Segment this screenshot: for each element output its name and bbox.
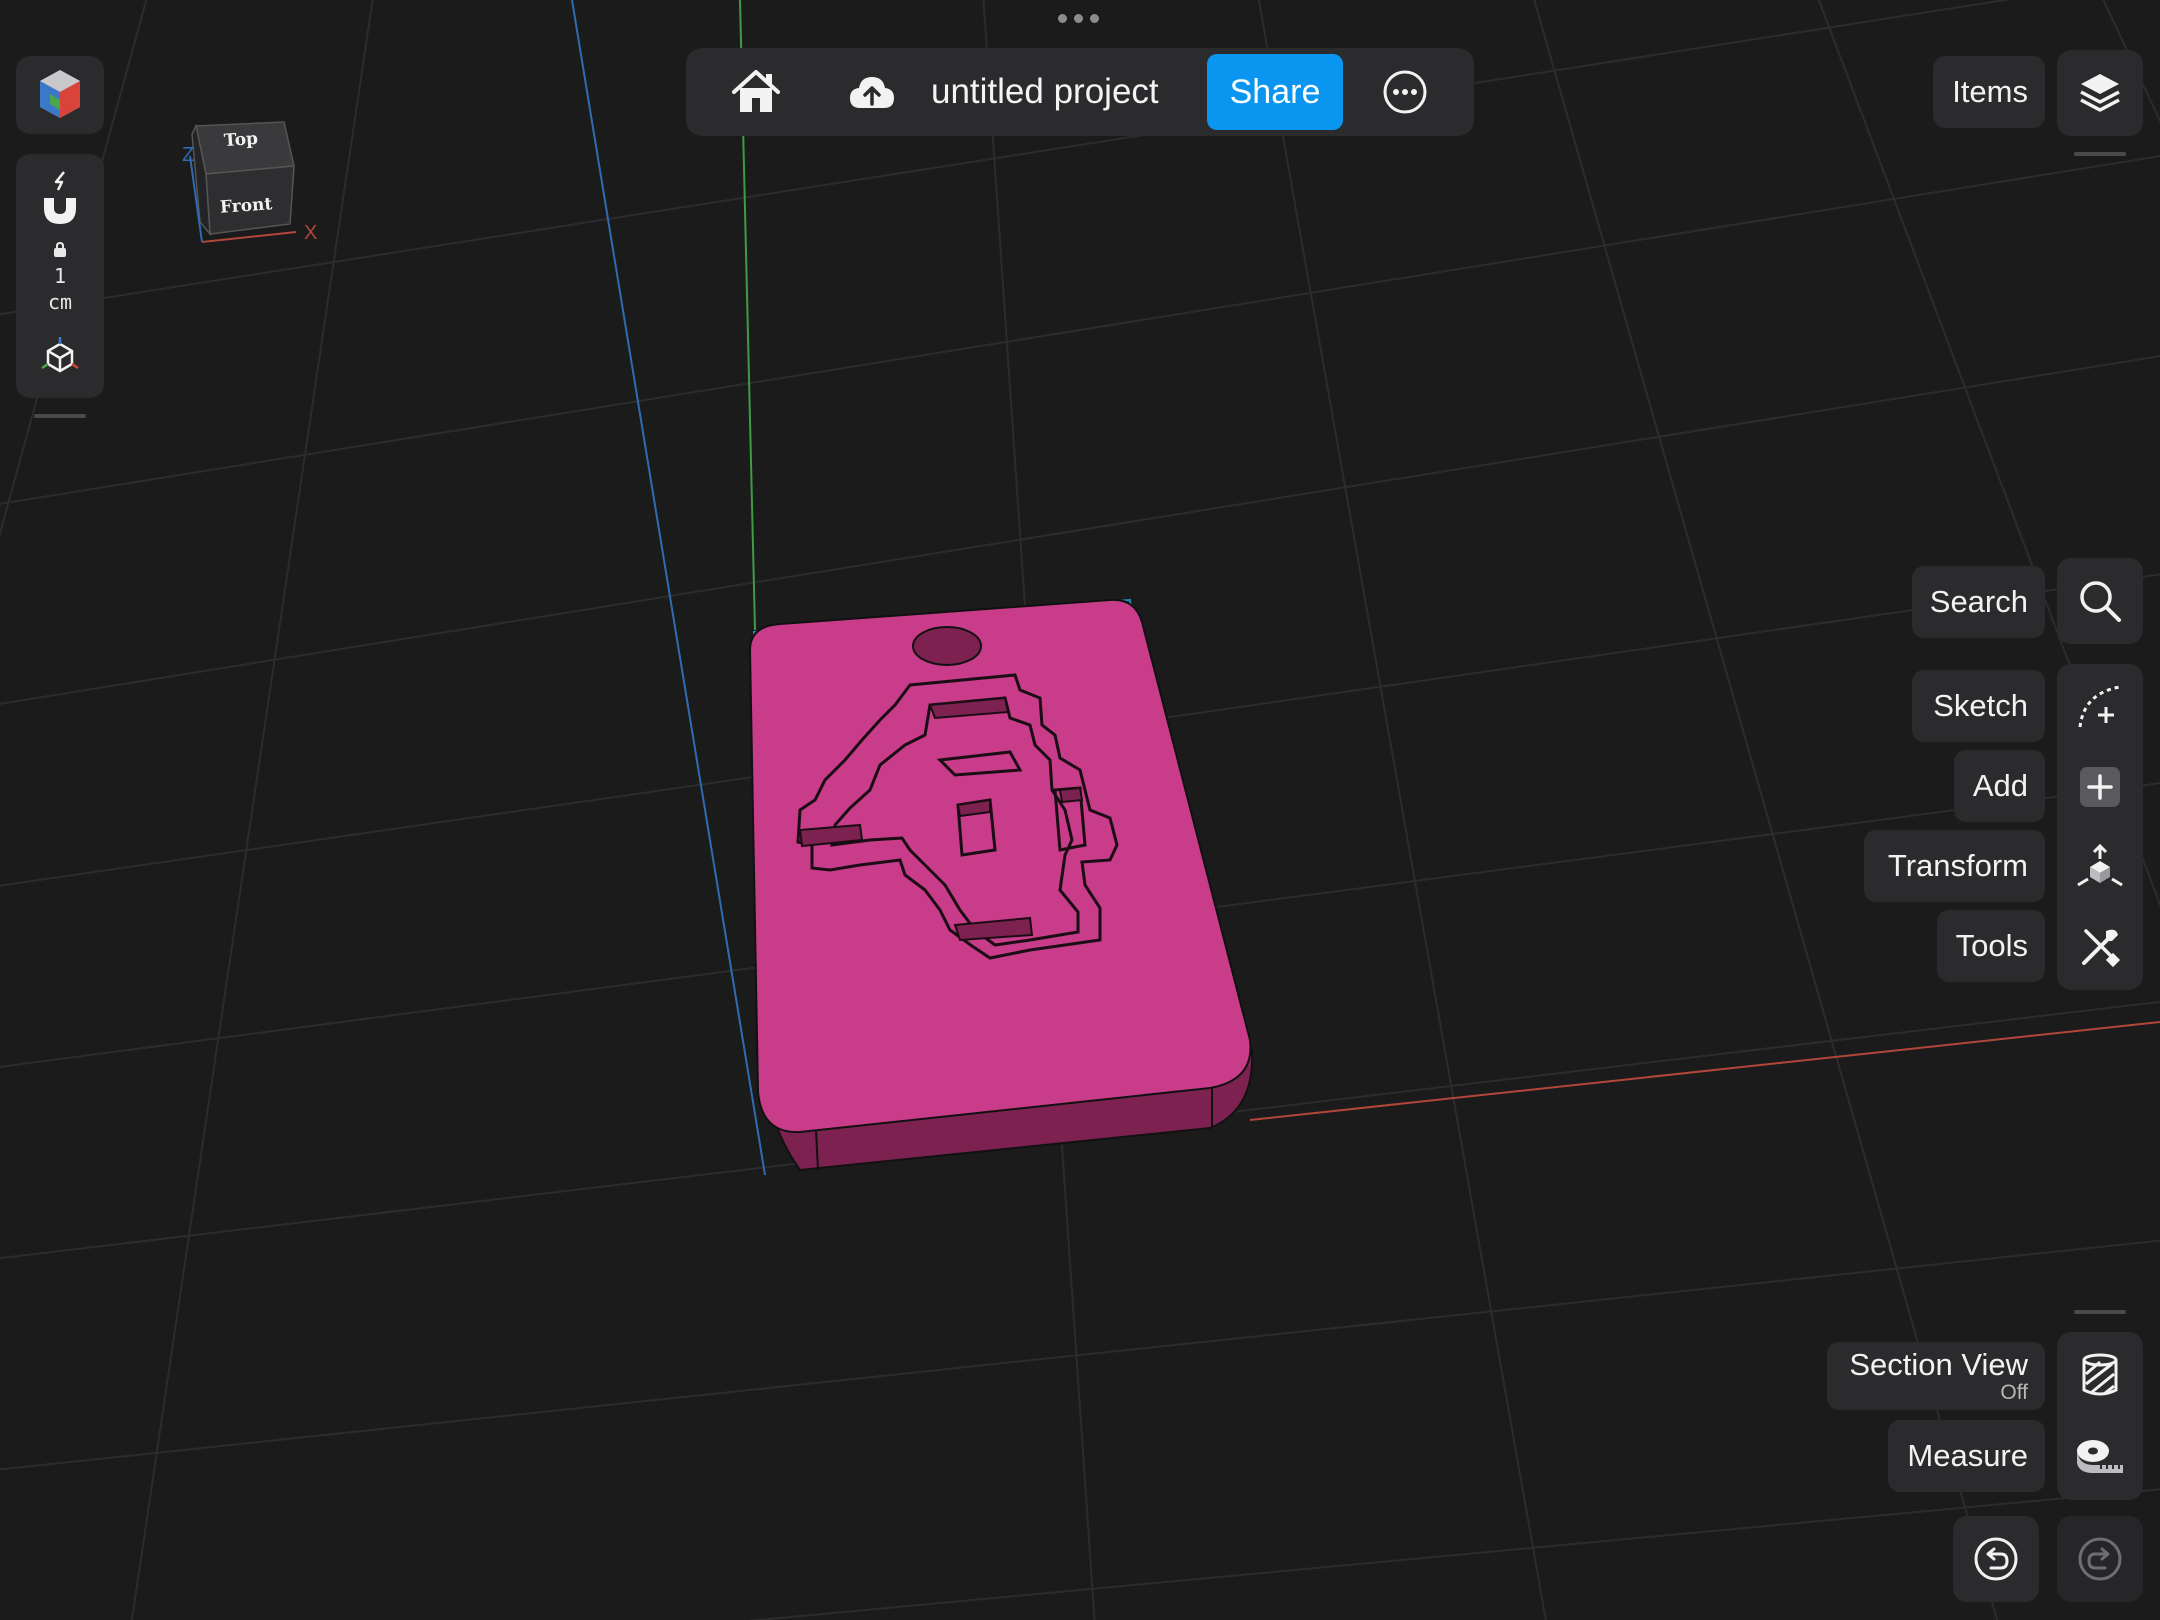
transform-icon <box>2077 843 2123 887</box>
home-button[interactable] <box>726 62 786 122</box>
sketch-icon <box>2078 685 2121 728</box>
left-toolbar-handle[interactable] <box>34 414 86 418</box>
view-cube[interactable]: Top Front X Z <box>180 116 320 256</box>
inspect-toolbar <box>2057 1332 2143 1500</box>
view-cube-z-label: Z <box>182 144 195 166</box>
bottom-toolbar-handle[interactable] <box>2074 1310 2126 1314</box>
sketch-button[interactable] <box>2070 677 2130 737</box>
search-icon <box>2080 581 2121 622</box>
items-handle[interactable] <box>2074 152 2126 156</box>
measure-button[interactable] <box>2070 1427 2130 1487</box>
view-cube-top-face[interactable]: Top <box>223 129 258 151</box>
sketch-label[interactable]: Sketch <box>1912 670 2045 742</box>
transform-button[interactable] <box>2070 837 2130 897</box>
home-icon <box>732 70 780 112</box>
add-button[interactable] <box>2070 757 2130 817</box>
plus-square-icon <box>2080 767 2120 807</box>
tape-measure-icon <box>2077 1440 2123 1473</box>
app-logo-icon <box>40 70 80 118</box>
app-menu-button[interactable] <box>16 56 104 134</box>
section-view-status: Off <box>2000 1381 2028 1404</box>
wrench-screwdriver-icon <box>2082 929 2121 968</box>
more-options-button[interactable] <box>1380 67 1430 117</box>
view-cube-x-label: X <box>304 222 318 244</box>
transform-label[interactable]: Transform <box>1864 830 2045 902</box>
grid-size-unit[interactable]: cm <box>16 290 104 314</box>
undo-icon <box>1974 1537 2018 1581</box>
tools-button[interactable] <box>2070 917 2130 977</box>
cloud-upload-icon <box>850 77 894 108</box>
layers-icon <box>2080 74 2120 112</box>
items-label[interactable]: Items <box>1933 56 2045 128</box>
top-bar: untitled project Share <box>686 48 1474 136</box>
project-title[interactable]: untitled project <box>931 48 1159 136</box>
section-view-icon <box>2082 1353 2118 1396</box>
multitasking-handle[interactable] <box>1058 14 1099 23</box>
undo-button[interactable] <box>1953 1516 2039 1602</box>
snap-toggle[interactable] <box>30 168 90 228</box>
redo-button[interactable] <box>2057 1516 2143 1602</box>
share-button[interactable]: Share <box>1207 54 1343 130</box>
measure-label[interactable]: Measure <box>1888 1420 2045 1492</box>
create-toolbar <box>2057 664 2143 990</box>
redo-icon <box>2078 1537 2122 1581</box>
cloud-save-button[interactable] <box>842 62 902 122</box>
view-orientation-button[interactable] <box>36 332 84 380</box>
view-cube-front-face[interactable]: Front <box>219 194 273 218</box>
search-label[interactable]: Search <box>1912 566 2045 638</box>
add-label[interactable]: Add <box>1954 750 2045 822</box>
grid-size-value: 1 <box>53 264 67 288</box>
search-button[interactable] <box>2057 558 2143 644</box>
items-button[interactable] <box>2057 50 2143 136</box>
lock-icon <box>54 242 66 257</box>
section-view-title: Section View <box>1849 1347 2028 1382</box>
section-view-label[interactable]: Section View Off <box>1827 1342 2045 1410</box>
left-toolbar: 1 cm <box>16 154 104 398</box>
magnet-icon <box>44 171 76 224</box>
ellipsis-circle-icon <box>1383 70 1427 114</box>
tools-label[interactable]: Tools <box>1937 910 2045 982</box>
axes-cube-icon <box>41 337 79 373</box>
section-view-button[interactable] <box>2070 1345 2130 1405</box>
